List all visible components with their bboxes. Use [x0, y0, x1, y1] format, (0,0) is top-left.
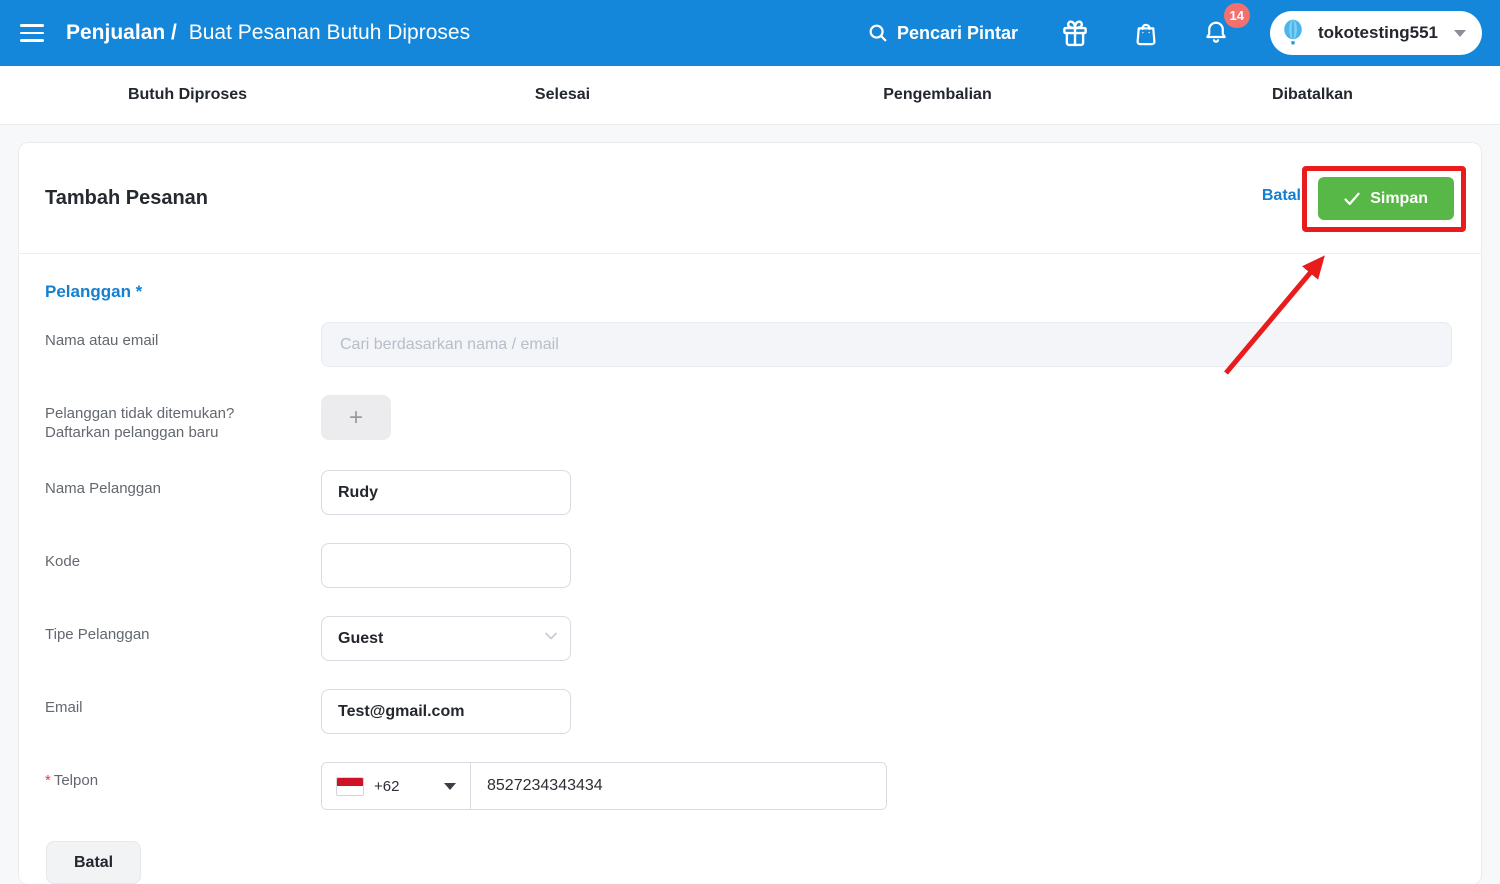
save-button[interactable]: Simpan	[1318, 177, 1454, 220]
tab-dibatalkan[interactable]: Dibatalkan	[1125, 66, 1500, 124]
form-row-email: Email	[45, 689, 1452, 734]
breadcrumb: Penjualan / Buat Pesanan Butuh Diproses	[66, 21, 470, 45]
breadcrumb-section[interactable]: Penjualan /	[66, 21, 177, 44]
indonesia-flag-icon	[336, 776, 364, 796]
add-customer-button[interactable]: +	[321, 395, 391, 440]
required-mark: *	[45, 772, 51, 789]
phone-field-label: * Telpon	[45, 772, 99, 789]
code-field-label: Kode	[45, 553, 81, 570]
search-icon	[867, 22, 889, 44]
save-button-label: Simpan	[1370, 189, 1428, 207]
form-row-type: Tipe Pelanggan	[45, 616, 1452, 661]
section-label-pelanggan: Pelanggan *	[45, 282, 143, 301]
account-menu[interactable]: tokotesting551	[1270, 11, 1482, 55]
card-header: Tambah Pesanan Batal Simpan	[19, 143, 1481, 254]
notification-count-badge: 14	[1223, 3, 1251, 28]
phone-input-group: +62	[321, 762, 887, 810]
gift-icon	[1060, 18, 1090, 48]
register-field-label: Pelanggan tidak ditemukan? Daftarkan pel…	[45, 405, 235, 441]
form-row-name: Nama Pelanggan	[45, 470, 1452, 515]
menu-icon[interactable]	[20, 24, 48, 42]
notifications-button[interactable]: 14	[1202, 3, 1251, 49]
form-row-register: Pelanggan tidak ditemukan? Daftarkan pel…	[45, 395, 1452, 442]
form-row-code: Kode	[45, 543, 1452, 588]
caret-down-icon	[444, 782, 456, 790]
customer-name-input[interactable]	[321, 470, 571, 515]
orders-bag-button[interactable]	[1132, 18, 1160, 48]
customer-type-select[interactable]	[321, 616, 571, 661]
chevron-down-icon	[1454, 29, 1466, 37]
tab-pengembalian[interactable]: Pengembalian	[750, 66, 1125, 124]
search-field-label: Nama atau email	[45, 332, 159, 349]
check-icon	[1344, 192, 1360, 206]
customer-type-value[interactable]	[321, 616, 571, 661]
shopping-bag-icon	[1132, 18, 1160, 48]
page-title: Tambah Pesanan	[45, 186, 209, 209]
cancel-link[interactable]: Batal	[1262, 187, 1301, 205]
main-content: Tambah Pesanan Batal Simpan Pelanggan * …	[0, 125, 1500, 884]
order-form: Pelanggan * Nama atau email Pelanggan ti…	[19, 254, 1481, 884]
tab-butuh-diproses[interactable]: Butuh Diproses	[0, 66, 375, 124]
gift-button[interactable]	[1060, 18, 1090, 48]
form-row-phone: * Telpon +62	[45, 762, 1452, 810]
smart-search-label: Pencari Pintar	[896, 22, 1019, 43]
country-code-value: +62	[374, 777, 400, 795]
breadcrumb-page: Buat Pesanan Butuh Diproses	[188, 21, 471, 44]
plus-icon: +	[348, 403, 363, 431]
phone-number-input[interactable]	[471, 763, 886, 809]
cancel-button-bottom[interactable]: Batal	[46, 841, 142, 884]
smart-search-button[interactable]: Pencari Pintar	[867, 22, 1018, 44]
tab-selesai[interactable]: Selesai	[375, 66, 750, 124]
topbar: Penjualan / Buat Pesanan Butuh Diproses …	[0, 0, 1500, 66]
tambah-pesanan-card: Tambah Pesanan Batal Simpan Pelanggan * …	[18, 142, 1482, 884]
account-name: tokotesting551	[1318, 23, 1438, 42]
balloon-icon	[1278, 18, 1308, 48]
country-code-select[interactable]: +62	[322, 763, 471, 809]
customer-search-input[interactable]	[321, 322, 1452, 367]
status-tabs: Butuh Diproses Selesai Pengembalian Diba…	[0, 66, 1500, 125]
name-field-label: Nama Pelanggan	[45, 480, 161, 497]
topbar-actions: Pencari Pintar 14 tokotesting551	[867, 3, 1484, 55]
form-row-search: Nama atau email	[45, 322, 1452, 367]
customer-code-input[interactable]	[321, 543, 571, 588]
email-field-label: Email	[45, 699, 83, 716]
customer-email-input[interactable]	[321, 689, 571, 734]
type-field-label: Tipe Pelanggan	[45, 626, 150, 643]
